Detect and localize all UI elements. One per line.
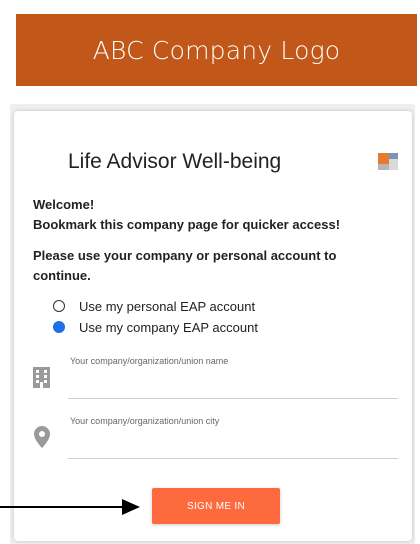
company-city-placeholder: Your company/organization/union city xyxy=(70,416,220,426)
option-personal-account[interactable]: Use my personal EAP account xyxy=(53,297,255,315)
company-logo-banner: ABC Company Logo xyxy=(16,14,417,86)
bookmark-hint: Bookmark this company page for quicker a… xyxy=(33,217,341,232)
radio-personal[interactable] xyxy=(53,300,65,312)
app-title: Life Advisor Well-being xyxy=(68,150,282,173)
company-name-field[interactable]: Your company/organization/union name xyxy=(68,356,398,399)
arrow-icon xyxy=(0,506,125,508)
building-icon xyxy=(33,367,50,388)
option-personal-label: Use my personal EAP account xyxy=(79,298,256,314)
company-city-field[interactable]: Your company/organization/union city xyxy=(68,416,398,459)
company-logo-text: ABC Company Logo xyxy=(92,35,341,65)
option-company-account[interactable]: Use my company EAP account xyxy=(53,318,258,336)
company-name-placeholder: Your company/organization/union name xyxy=(70,356,229,366)
location-pin-icon xyxy=(34,426,50,448)
sign-in-button[interactable]: SIGN ME IN xyxy=(152,488,280,524)
instruction-text: Please use your company or personal acco… xyxy=(33,248,337,283)
option-company-label: Use my company EAP account xyxy=(79,319,258,335)
app-logo-icon xyxy=(378,153,398,170)
radio-company[interactable] xyxy=(53,321,65,333)
arrow-head xyxy=(122,499,140,515)
welcome-heading: Welcome! xyxy=(33,197,95,212)
